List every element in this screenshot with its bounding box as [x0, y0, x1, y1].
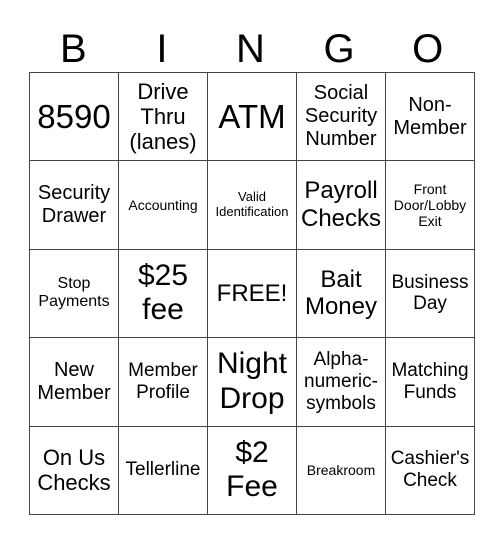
- bingo-cell[interactable]: Night Drop: [207, 337, 297, 427]
- header-letter-o: O: [412, 27, 444, 71]
- bingo-cell[interactable]: Front Door/Lobby Exit: [385, 160, 475, 250]
- grid-row: Stop Payments $25 fee FREE! Bait Money B…: [29, 248, 475, 339]
- grid-row: Security Drawer Accounting Valid Identif…: [29, 160, 475, 250]
- bingo-cell[interactable]: Payroll Checks: [296, 160, 386, 250]
- header-letter-b: B: [59, 27, 87, 71]
- bingo-cell[interactable]: New Member: [29, 337, 119, 427]
- bingo-header: B I N G O: [29, 24, 472, 74]
- bingo-cell[interactable]: 8590: [29, 71, 119, 162]
- bingo-cell[interactable]: Matching Funds: [385, 337, 475, 427]
- bingo-cell[interactable]: Member Profile: [118, 337, 208, 427]
- bingo-cell[interactable]: Breakroom: [296, 425, 386, 516]
- bingo-cell[interactable]: Non-Member: [385, 71, 475, 162]
- bingo-cell[interactable]: Valid Identification: [207, 160, 297, 250]
- bingo-cell[interactable]: On Us Checks: [29, 425, 119, 516]
- bingo-cell[interactable]: Social Security Number: [296, 71, 386, 162]
- grid-row: New Member Member Profile Night Drop Alp…: [29, 337, 475, 427]
- header-letter-n: N: [236, 27, 265, 71]
- header-letter-i: I: [156, 27, 168, 71]
- grid-row: 8590 Drive Thru (lanes) ATM Social Secur…: [29, 71, 475, 162]
- bingo-cell[interactable]: Alpha-numeric-symbols: [296, 337, 386, 427]
- bingo-cell[interactable]: Drive Thru (lanes): [118, 71, 208, 162]
- free-cell[interactable]: FREE!: [207, 248, 297, 339]
- bingo-cell[interactable]: Stop Payments: [29, 248, 119, 339]
- bingo-cell[interactable]: Bait Money: [296, 248, 386, 339]
- bingo-cell[interactable]: ATM: [207, 71, 297, 162]
- bingo-cell[interactable]: Security Drawer: [29, 160, 119, 250]
- bingo-cell[interactable]: Tellerline: [118, 425, 208, 516]
- bingo-cell[interactable]: Cashier's Check: [385, 425, 475, 516]
- bingo-cell[interactable]: Business Day: [385, 248, 475, 339]
- grid-row: On Us Checks Tellerline $2 Fee Breakroom…: [29, 425, 475, 516]
- header-letter-g: G: [323, 27, 355, 71]
- bingo-cell[interactable]: $2 Fee: [207, 425, 297, 516]
- bingo-cell[interactable]: $25 fee: [118, 248, 208, 339]
- bingo-grid: 8590 Drive Thru (lanes) ATM Social Secur…: [29, 71, 475, 516]
- bingo-cell[interactable]: Accounting: [118, 160, 208, 250]
